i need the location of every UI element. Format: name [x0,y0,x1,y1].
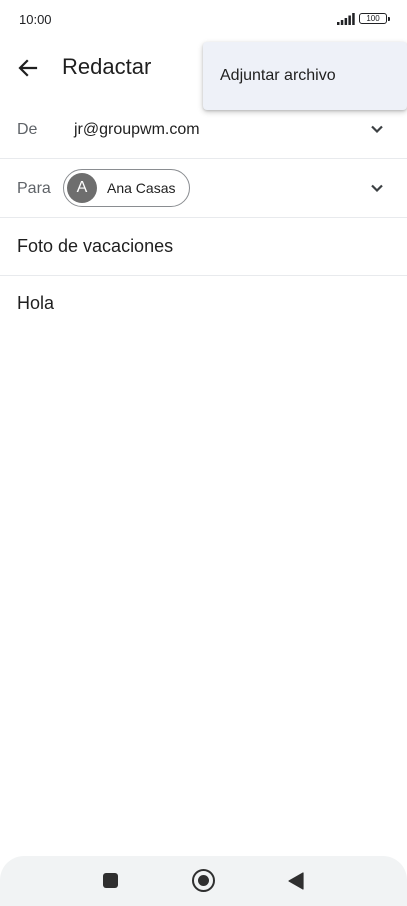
from-account[interactable]: jr@groupwm.com [74,121,200,139]
to-label: Para [17,180,51,197]
overflow-menu: Adjuntar archivo [203,42,407,110]
subject-field[interactable]: Foto de vacaciones [0,218,407,276]
system-navigation-bar [0,856,407,906]
chevron-down-icon[interactable] [368,120,386,138]
avatar: A [67,173,97,203]
circle-icon[interactable] [192,869,215,892]
to-row: Para A Ana Casas [0,159,407,218]
message-body[interactable]: Hola [17,293,54,314]
chevron-down-icon[interactable] [368,179,386,197]
recipient-name: Ana Casas [107,180,176,196]
subject-text: Foto de vacaciones [17,236,174,256]
status-time: 10:00 [19,12,52,27]
triangle-back-icon[interactable] [288,872,304,890]
page-title: Redactar [62,54,152,79]
status-bar: 10:00 100 [0,0,407,40]
menu-item-attach-file[interactable]: Adjuntar archivo [220,67,336,85]
from-label: De [17,121,38,138]
square-icon[interactable] [103,873,118,888]
signal-icon [337,13,355,25]
recipient-chip[interactable]: A Ana Casas [63,169,190,207]
arrow-back-icon[interactable] [14,54,42,82]
battery-icon: 100 [359,13,390,24]
